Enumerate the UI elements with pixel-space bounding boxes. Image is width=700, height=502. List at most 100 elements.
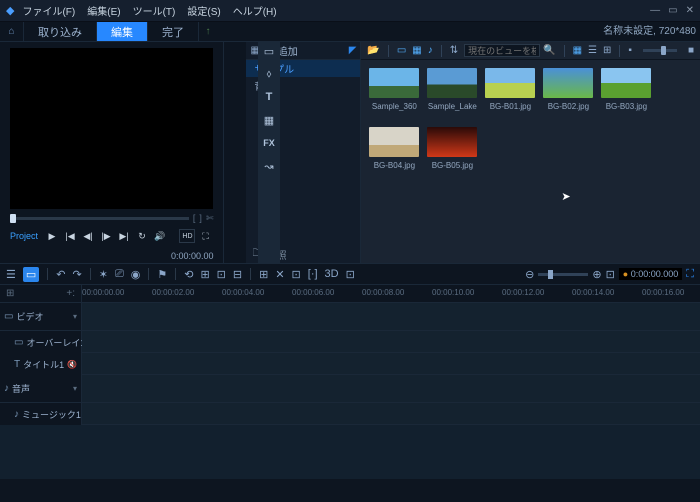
tool-i-icon[interactable]: ⊡ (346, 268, 355, 281)
play-button[interactable]: ▶ (44, 229, 60, 243)
redo-icon[interactable]: ↷ (73, 268, 82, 281)
thumbnail[interactable]: Sample_360 (369, 68, 419, 111)
next-frame-button[interactable]: |▶ (98, 229, 114, 243)
track-lane[interactable] (82, 375, 700, 402)
tool-c-icon[interactable]: ⊡ (217, 268, 226, 281)
thumbnail[interactable]: BG-B03.jpg (601, 68, 651, 111)
home-icon[interactable]: ⌂ (0, 22, 24, 41)
track-lane[interactable] (82, 403, 700, 424)
mixer-icon[interactable]: ⎚ (115, 268, 124, 281)
transition-icon[interactable]: ⬨ (261, 67, 277, 81)
track-header[interactable]: ▭ビデオ▾ (0, 303, 82, 330)
view-thumb-icon[interactable]: ▦ (573, 45, 582, 56)
close-button[interactable]: ✕ (686, 5, 694, 16)
tool-a-icon[interactable]: ⟲ (184, 268, 193, 281)
tl-zoom-slider[interactable] (538, 273, 588, 276)
menu-edit[interactable]: 編集(E) (87, 3, 120, 18)
vertical-toolbar: ▭ ⬨ T ▦ FX ↝ (258, 42, 280, 263)
filter-audio-icon[interactable]: ♪ (428, 45, 433, 56)
marker-icon[interactable]: ⚑ (157, 268, 167, 281)
menu-help[interactable]: ヘルプ(H) (233, 3, 277, 18)
storyboard-view-icon[interactable]: ☰ (6, 268, 16, 281)
search-icon[interactable]: 🔍 (543, 45, 555, 56)
next-step-icon[interactable]: ↑ (199, 22, 217, 41)
import-icon[interactable]: 📂 (367, 45, 379, 56)
tl-zoom-in-icon[interactable]: ⊕ (592, 268, 601, 281)
title-icon[interactable]: T (261, 90, 277, 104)
track-lane[interactable] (82, 303, 700, 330)
tool-e-icon[interactable]: ⊞ (259, 268, 268, 281)
zoom-in-icon[interactable]: ■ (688, 45, 694, 56)
thumbnail-name: Sample_Lake (425, 102, 479, 111)
split-icon[interactable]: ✄ (206, 213, 214, 224)
search-input[interactable] (464, 44, 540, 57)
tl-zoom-out-icon[interactable]: ⊖ (525, 268, 534, 281)
menu-tools[interactable]: ツール(T) (133, 3, 176, 18)
media-icon[interactable]: ▭ (261, 44, 277, 58)
track-header[interactable]: ♪ミュージック1🔇 (0, 403, 82, 425)
tool-b-icon[interactable]: ⊞ (200, 268, 209, 281)
repeat-button[interactable]: ↻ (134, 229, 150, 243)
tool-f-icon[interactable]: ✕ (275, 268, 284, 281)
filter-photo-icon[interactable]: ▦ (412, 45, 421, 56)
sort-icon[interactable]: ⇅ (450, 45, 458, 56)
tool-d-icon[interactable]: ⊟ (233, 268, 242, 281)
preview-timecode: 0:00:00.00 (0, 251, 223, 263)
preview-scrubber[interactable] (10, 217, 189, 220)
fullscreen-button[interactable]: ⛶ (197, 229, 213, 243)
undo-icon[interactable]: ↶ (56, 268, 65, 281)
tab-edit[interactable]: 編集 (97, 22, 148, 41)
track-lane[interactable] (82, 353, 700, 374)
view-list-icon[interactable]: ☰ (588, 45, 597, 56)
thumbnail[interactable]: BG-B01.jpg (485, 68, 535, 111)
track-header[interactable]: ♪音声▾ (0, 375, 82, 402)
chevron-down-icon[interactable]: ▾ (73, 312, 77, 321)
tool-g-icon[interactable]: ⊡ (292, 268, 301, 281)
preview-screen[interactable] (10, 48, 213, 209)
thumb-size-slider[interactable] (643, 49, 677, 52)
record-icon[interactable]: ◉ (131, 268, 141, 281)
end-button[interactable]: ▶| (116, 229, 132, 243)
track-type-icon: ▭ (4, 311, 13, 322)
zoom-out-icon[interactable]: ▪ (628, 45, 632, 56)
mark-in-icon[interactable]: [ (193, 213, 196, 224)
filter-icon[interactable]: FX (261, 136, 277, 150)
tab-capture[interactable]: 取り込み (24, 22, 97, 41)
hd-toggle[interactable]: HD (179, 229, 195, 243)
timeline-view-icon[interactable]: ▭ (23, 267, 39, 282)
menu-settings[interactable]: 設定(S) (187, 3, 220, 18)
ruler-ticks[interactable]: 00:00:00.0000:00:02.0000:00:04.0000:00:0… (82, 285, 700, 302)
track-lane[interactable] (82, 331, 700, 352)
thumbnail[interactable]: BG-B02.jpg (543, 68, 593, 111)
tl-expand-icon[interactable]: ⛶ (686, 268, 694, 281)
track-header[interactable]: ▭オーバーレイ1🔇 (0, 331, 82, 353)
thumbnail-image (601, 68, 651, 98)
minimize-button[interactable]: — (650, 5, 660, 16)
tool-3d-icon[interactable]: 3D (325, 268, 339, 280)
view-detail-icon[interactable]: ⊞ (603, 45, 611, 56)
home-button[interactable]: |◀ (62, 229, 78, 243)
chevron-down-icon[interactable]: ▾ (73, 384, 77, 393)
mute-icon[interactable]: 🔇 (67, 360, 77, 369)
track-name: ミュージック1 (22, 408, 81, 421)
mark-out-icon[interactable]: ] (199, 213, 202, 224)
graphic-icon[interactable]: ▦ (261, 113, 277, 127)
ruler-tick: 00:00:16.00 (642, 288, 684, 297)
tool-settings-icon[interactable]: ✶ (99, 268, 108, 281)
tl-fit-icon[interactable]: ⊡ (606, 268, 615, 281)
volume-button[interactable]: 🔊 (152, 229, 168, 243)
thumbnail[interactable]: BG-B04.jpg (369, 127, 419, 170)
prev-frame-button[interactable]: ◀| (80, 229, 96, 243)
track-header[interactable]: Tタイトル1🔇 (0, 353, 82, 375)
tab-share[interactable]: 完了 (148, 22, 199, 41)
ruler-add-icon[interactable]: +: (66, 288, 75, 299)
maximize-button[interactable]: ▭ (668, 5, 677, 16)
filter-video-icon[interactable]: ▭ (397, 45, 406, 56)
thumbnail[interactable]: BG-B05.jpg (427, 127, 477, 170)
thumbnail[interactable]: Sample_Lake (427, 68, 477, 111)
menu-file[interactable]: ファイル(F) (22, 3, 75, 18)
tool-h-icon[interactable]: [·] (308, 268, 318, 280)
path-icon[interactable]: ↝ (261, 159, 277, 173)
ruler-menu-icon[interactable]: ⊞ (6, 288, 14, 299)
corner-toggle-icon[interactable]: ◤ (349, 45, 357, 56)
